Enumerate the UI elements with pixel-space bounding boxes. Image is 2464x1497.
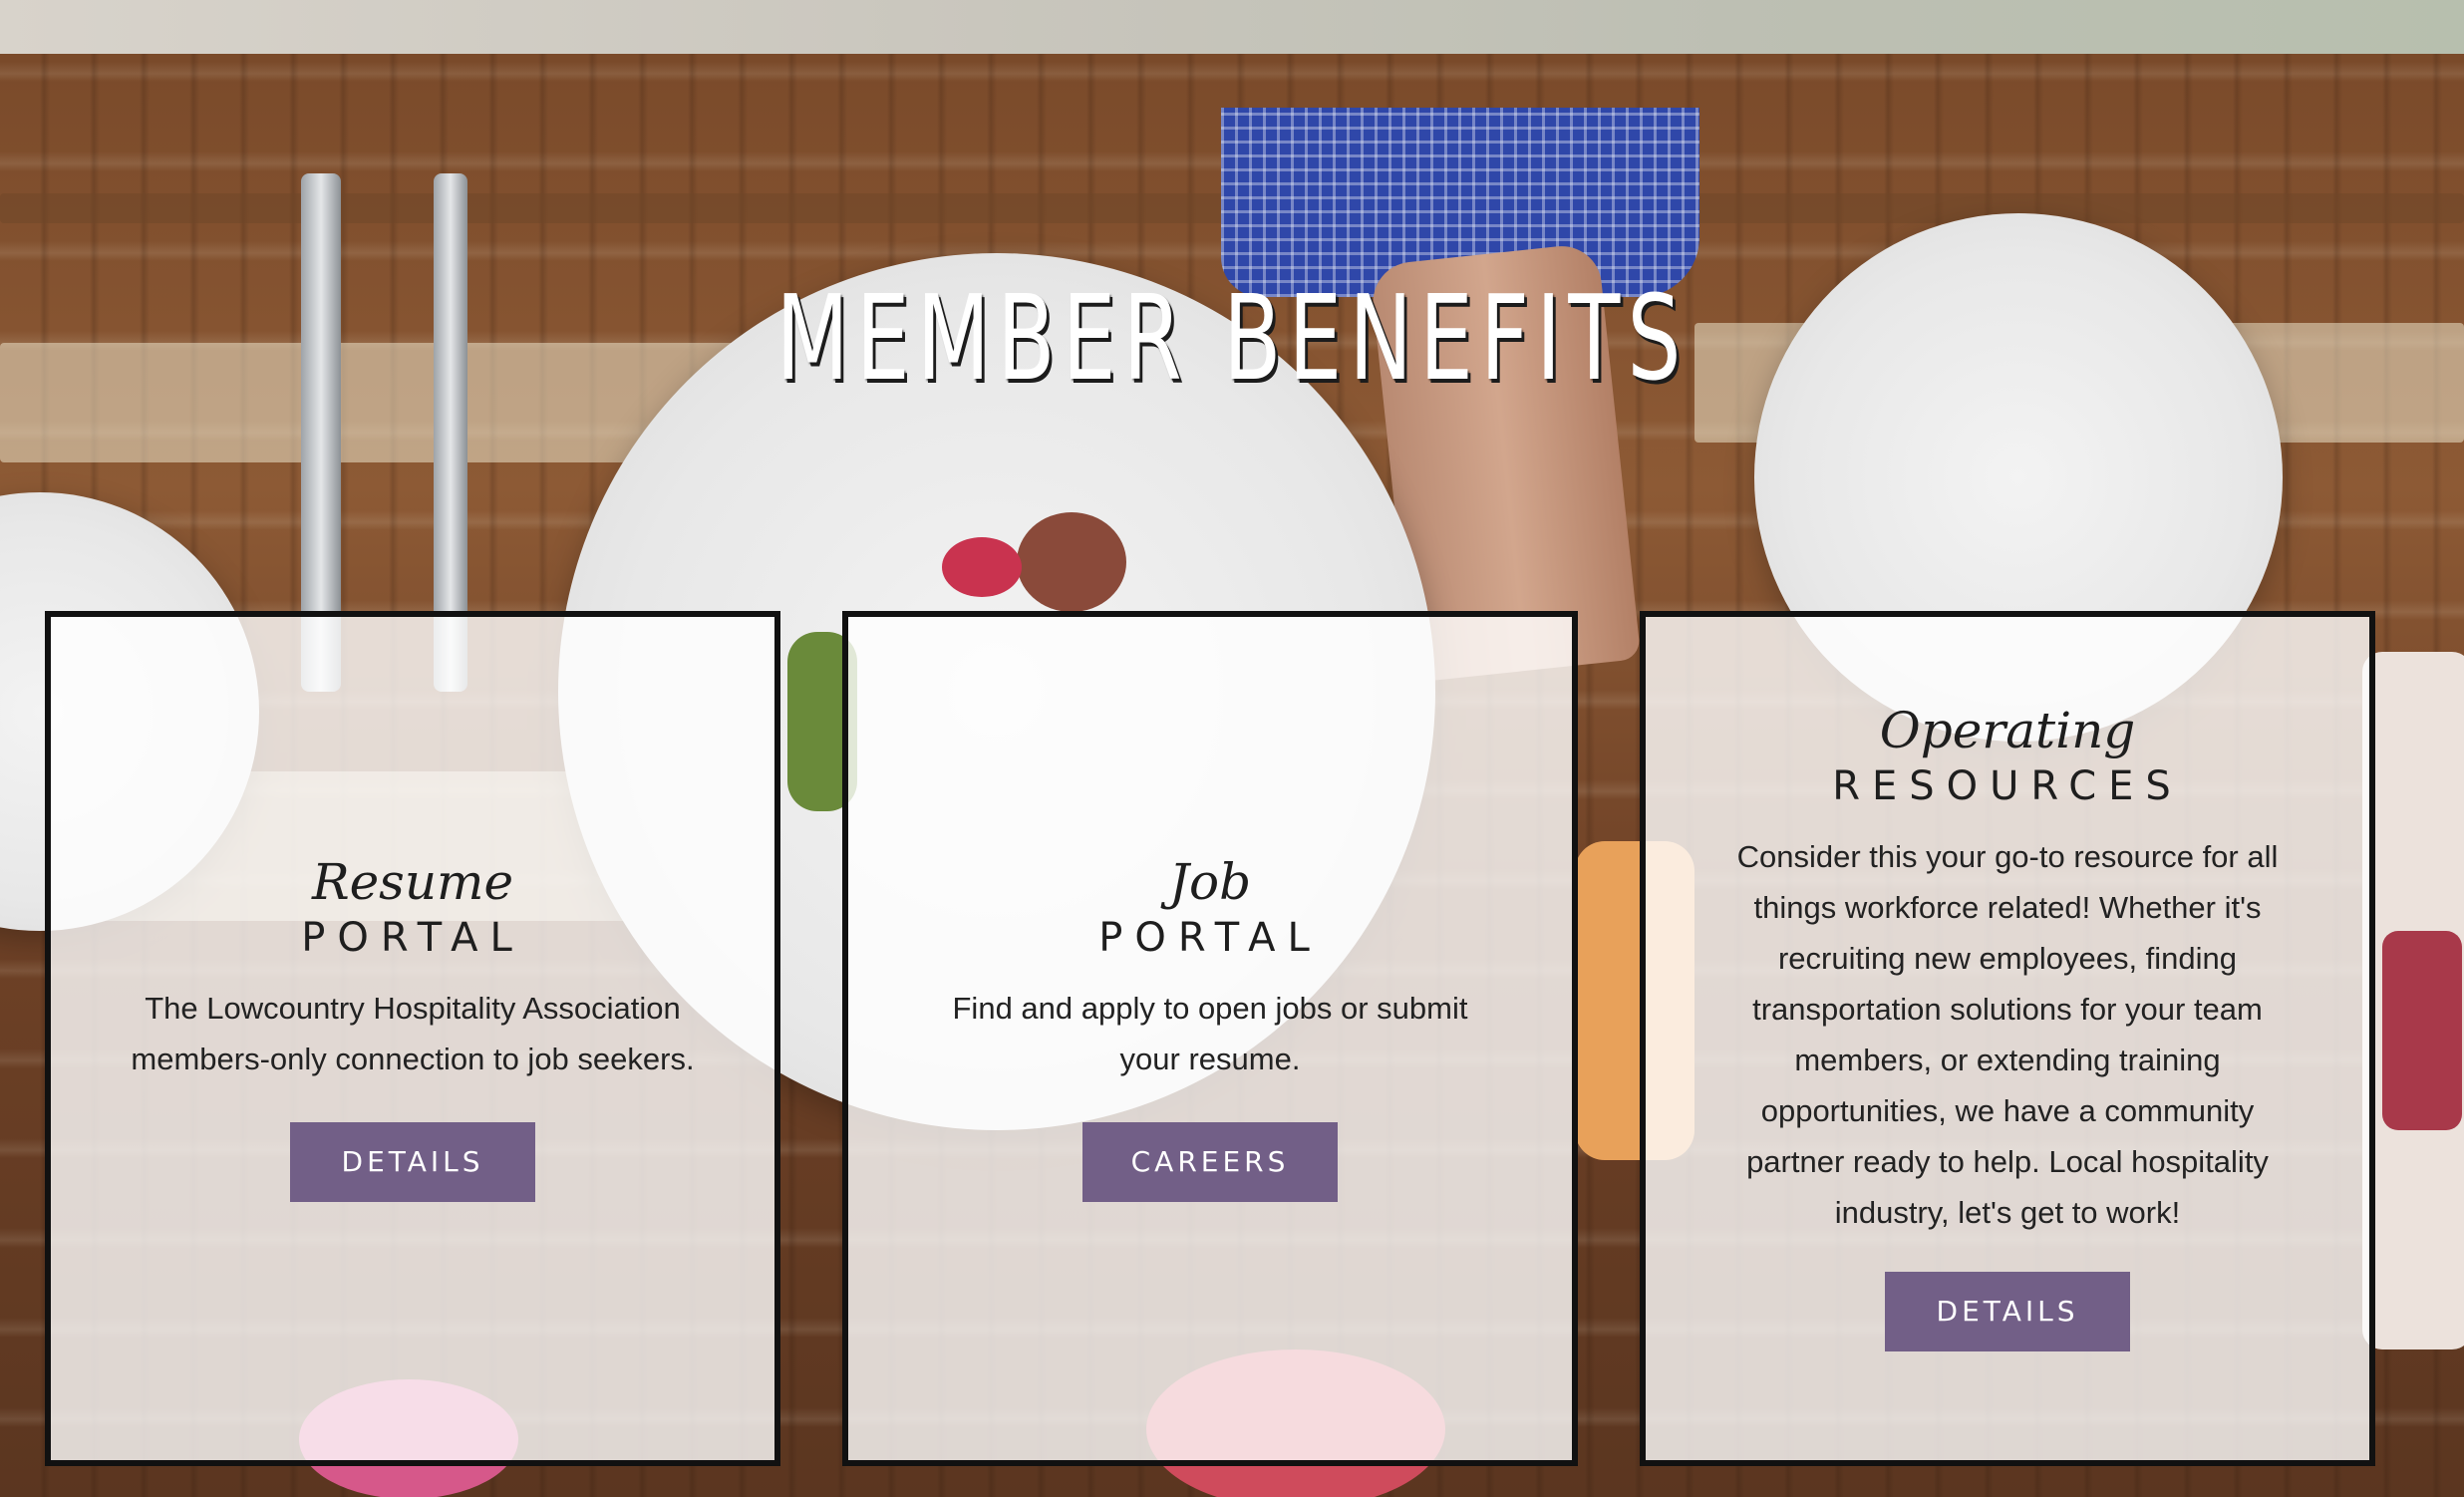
card-resume-portal: Resume PORTAL The Lowcountry Hospitality… xyxy=(45,611,780,1466)
top-image-strip xyxy=(0,0,2464,54)
food-meat xyxy=(2382,931,2462,1130)
food-scallop xyxy=(1017,512,1126,612)
card-caps-heading: PORTAL xyxy=(301,915,524,961)
details-button[interactable]: DETAILS xyxy=(290,1122,535,1202)
card-italic-heading: Job xyxy=(1168,853,1252,911)
card-caps-heading: RESOURCES xyxy=(1832,763,2183,809)
card-italic-heading: Resume xyxy=(311,853,514,911)
section-title: MEMBER BENEFITS xyxy=(775,269,1689,407)
food-garnish xyxy=(942,537,1022,597)
card-description: Find and apply to open jobs or submit yo… xyxy=(952,991,1468,1076)
card-job-portal: Job PORTAL Find and apply to open jobs o… xyxy=(842,611,1578,1466)
careers-button[interactable]: CAREERS xyxy=(1082,1122,1338,1202)
card-operating-resources: Operating RESOURCES Consider this your g… xyxy=(1640,611,2375,1466)
card-description: Consider this your go-to resource for al… xyxy=(1736,839,2279,1230)
details-button[interactable]: DETAILS xyxy=(1885,1272,2130,1351)
card-description: The Lowcountry Hospitality Association m… xyxy=(131,991,695,1076)
card-caps-heading: PORTAL xyxy=(1098,915,1322,961)
card-italic-heading: Operating xyxy=(1879,702,2136,759)
